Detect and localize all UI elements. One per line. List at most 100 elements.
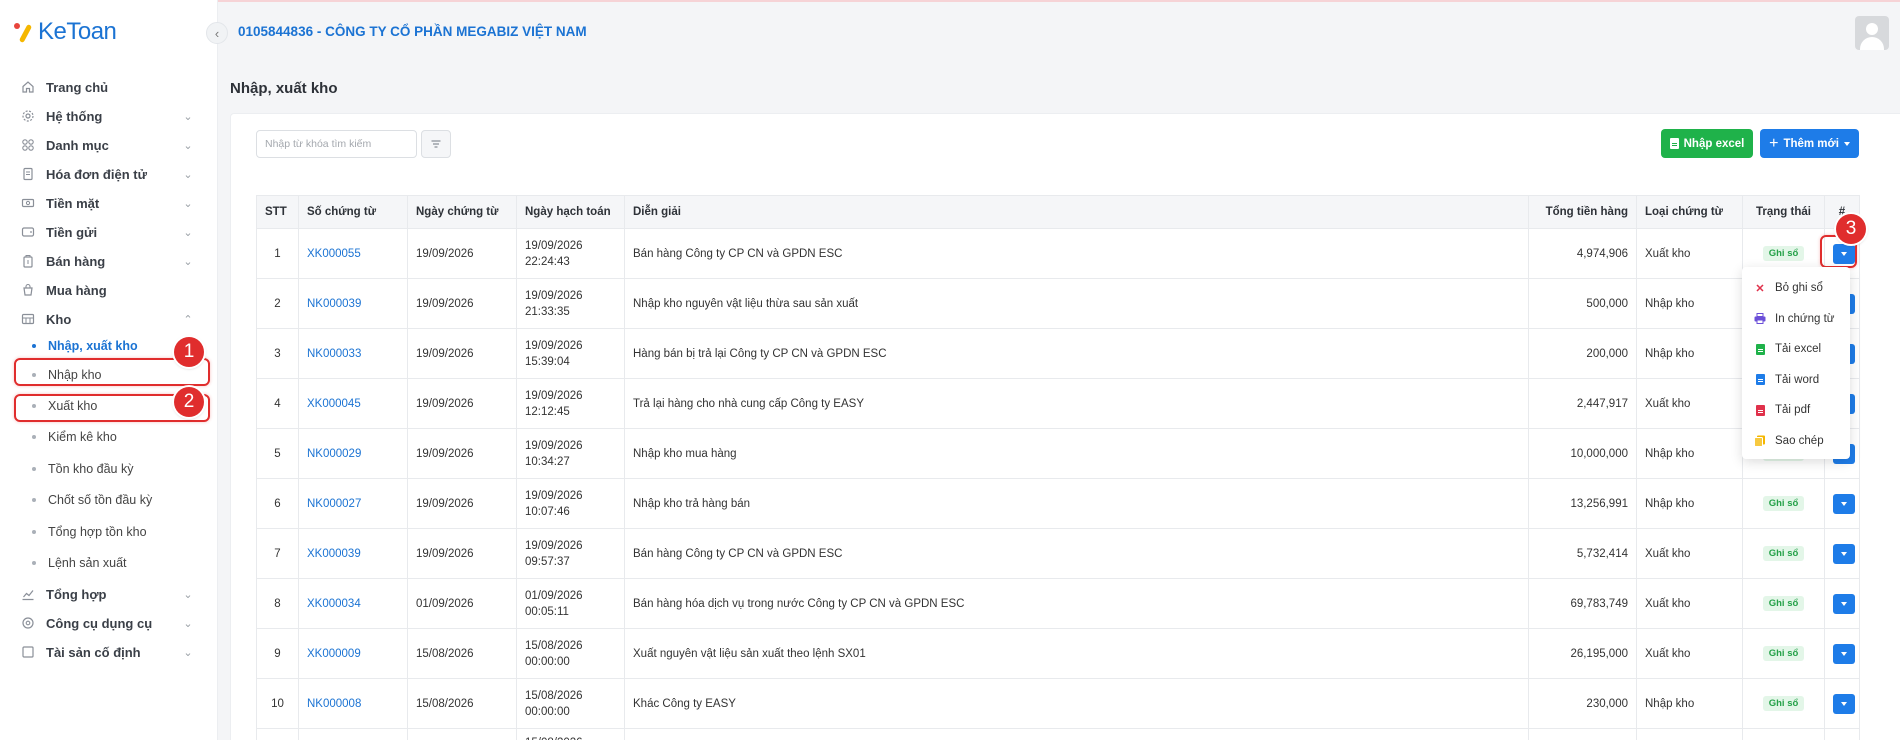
sidebar-item-cong-cu[interactable]: Công cụ dụng cụ ⌄ bbox=[14, 610, 194, 636]
menu-item-bo-ghi-so[interactable]: ✕ Bỏ ghi sổ bbox=[1742, 273, 1850, 304]
column-header-stt[interactable]: STT bbox=[256, 195, 299, 229]
menu-item-sao-chep[interactable]: Sao chép bbox=[1742, 426, 1850, 457]
voucher-number-link[interactable]: NK000027 bbox=[307, 498, 361, 510]
cell-trang-thai: Ghi sổ bbox=[1742, 478, 1825, 529]
column-header-trang-thai[interactable]: Trạng thái bbox=[1742, 195, 1825, 229]
menu-item-in-chung-tu[interactable]: In chứng từ bbox=[1742, 304, 1850, 335]
row-action-button[interactable] bbox=[1833, 643, 1855, 664]
row-action-button[interactable] bbox=[1833, 493, 1855, 514]
row-action-button[interactable] bbox=[1833, 593, 1855, 614]
cell-tong-tien: 200,000 bbox=[1528, 328, 1637, 379]
cell-dien-giai bbox=[624, 728, 1529, 740]
avatar[interactable] bbox=[1855, 16, 1889, 50]
table-row[interactable]: 15/08/2026 bbox=[256, 728, 1860, 740]
stt-text: 10 bbox=[271, 697, 284, 710]
cell-loai-chung-tu: Xuất kho bbox=[1636, 578, 1743, 629]
voucher-number-link[interactable]: NK000029 bbox=[307, 448, 361, 460]
table-row[interactable]: 8 XK000034 01/09/2026 01/09/2026 00:05:11 Bán… bbox=[256, 578, 1860, 629]
add-new-button[interactable]: + Thêm mới bbox=[1760, 129, 1859, 158]
sidebar-collapse-button[interactable]: ‹ bbox=[206, 22, 228, 44]
sidebar-item-tai-san[interactable]: Tài sản cố định ⌄ bbox=[14, 639, 194, 665]
voucher-number-link[interactable]: XK000055 bbox=[307, 248, 361, 260]
chevron-left-icon: ‹ bbox=[214, 25, 220, 41]
voucher-table: STT Số chứng từ Ngày chứng từ Ngày hạch … bbox=[256, 195, 1860, 740]
menu-item-label: Tải pdf bbox=[1775, 404, 1811, 417]
sidebar-subitem-lenh-san-xuat[interactable]: Lệnh sản xuất bbox=[14, 551, 209, 575]
sidebar-subitem-kiem-ke-kho[interactable]: Kiểm kê kho bbox=[14, 425, 209, 449]
voucher-type: Nhập kho bbox=[1645, 297, 1695, 310]
chevron-down-icon: ⌄ bbox=[183, 197, 193, 210]
cell-actions bbox=[1824, 728, 1860, 740]
row-action-button[interactable] bbox=[1833, 543, 1855, 564]
column-header-ngay-hach-toan[interactable]: Ngày hạch toán bbox=[516, 195, 625, 229]
posting-date: 15/08/2026 bbox=[525, 639, 583, 652]
cell-actions bbox=[1824, 628, 1860, 679]
sidebar-subitem-chot-so-ton[interactable]: Chốt số tồn đầu kỳ bbox=[14, 488, 209, 512]
voucher-type: Nhập kho bbox=[1645, 697, 1695, 710]
sidebar-subitem-ton-kho-dau-ky[interactable]: Tồn kho đầu kỳ bbox=[14, 457, 209, 481]
search-input[interactable] bbox=[256, 130, 417, 158]
status-badge: Ghi sổ bbox=[1762, 646, 1805, 661]
sidebar-item-hoa-don[interactable]: Hóa đơn điện tử ⌄ bbox=[14, 161, 194, 187]
logo[interactable]: KeToan bbox=[14, 18, 117, 46]
table-row[interactable]: 5 NK000029 19/09/2026 19/09/2026 10:34:27 Nhậ… bbox=[256, 428, 1860, 479]
table-row[interactable]: 2 NK000039 19/09/2026 19/09/2026 21:33:35 Nhậ… bbox=[256, 278, 1860, 329]
company-name[interactable]: 0105844836 - CÔNG TY CỔ PHẦN MEGABIZ VIỆ… bbox=[238, 24, 587, 39]
sidebar-item-trang-chu[interactable]: Trang chủ bbox=[14, 74, 194, 100]
column-header-loai-chung-tu[interactable]: Loại chứng từ bbox=[1636, 195, 1743, 229]
voucher-number-link[interactable]: XK000045 bbox=[307, 398, 361, 410]
menu-item-tai-excel[interactable]: Tải excel bbox=[1742, 334, 1850, 365]
filter-button[interactable] bbox=[421, 130, 451, 158]
cell-dien-giai: Khác Công ty EASY bbox=[624, 678, 1529, 729]
stt-text: 6 bbox=[274, 497, 281, 510]
cell-so-chung-tu: NK000039 bbox=[298, 278, 408, 329]
table-row[interactable]: 1 XK000055 19/09/2026 19/09/2026 22:24:43 Bán… bbox=[256, 228, 1860, 279]
cell-dien-giai: Xuất nguyên vật liệu sản xuất theo lệnh … bbox=[624, 628, 1529, 679]
table-row[interactable]: 9 XK000009 15/08/2026 15/08/2026 00:00:00 Xuấ… bbox=[256, 628, 1860, 679]
column-header-dien-giai[interactable]: Diễn giải bbox=[624, 195, 1529, 229]
sidebar-item-he-thong[interactable]: Hệ thống ⌄ bbox=[14, 103, 194, 129]
row-action-button[interactable] bbox=[1833, 693, 1855, 714]
stt-text: 7 bbox=[274, 547, 281, 560]
posting-time: 00:05:11 bbox=[525, 605, 569, 618]
table-row[interactable]: 6 NK000027 19/09/2026 19/09/2026 10:07:46 Nhậ… bbox=[256, 478, 1860, 529]
table-row[interactable]: 3 NK000033 19/09/2026 19/09/2026 15:39:04 Hàn… bbox=[256, 328, 1860, 379]
table-row[interactable]: 4 XK000045 19/09/2026 19/09/2026 12:12:45 Trả… bbox=[256, 378, 1860, 429]
column-header-tong-tien[interactable]: Tổng tiền hàng bbox=[1528, 195, 1637, 229]
stt-text: 8 bbox=[274, 597, 281, 610]
voucher-number-link[interactable]: NK000039 bbox=[307, 298, 361, 310]
voucher-number-link[interactable]: NK000008 bbox=[307, 698, 361, 710]
sidebar-item-kho[interactable]: Kho ⌃ bbox=[14, 306, 194, 332]
voucher-number-link[interactable]: NK000033 bbox=[307, 348, 361, 360]
cell-dien-giai: Bán hàng Công ty CP CN và GPDN ESC bbox=[624, 528, 1529, 579]
import-excel-button[interactable]: Nhập excel bbox=[1661, 129, 1753, 158]
voucher-number-link[interactable]: XK000034 bbox=[307, 598, 361, 610]
cell-ngay-hach-toan: 19/09/2026 21:33:35 bbox=[516, 278, 625, 329]
description-text: Bán hàng Công ty CP CN và GPDN ESC bbox=[633, 547, 843, 560]
menu-item-tai-word[interactable]: Tải word bbox=[1742, 365, 1850, 396]
posting-date: 15/08/2026 bbox=[525, 689, 583, 702]
chevron-down-icon: ⌄ bbox=[183, 646, 193, 659]
sidebar-item-ban-hang[interactable]: Bán hàng ⌄ bbox=[14, 248, 194, 274]
table-row[interactable]: 10 NK000008 15/08/2026 15/08/2026 00:00:00 Kh… bbox=[256, 678, 1860, 729]
table-row[interactable]: 7 XK000039 19/09/2026 19/09/2026 09:57:37 Bán… bbox=[256, 528, 1860, 579]
voucher-number-link[interactable]: XK000039 bbox=[307, 548, 361, 560]
cell-tong-tien: 13,256,991 bbox=[1528, 478, 1637, 529]
cell-ngay-hach-toan: 19/09/2026 10:34:27 bbox=[516, 428, 625, 479]
menu-item-tai-pdf[interactable]: Tải pdf bbox=[1742, 395, 1850, 426]
posting-time: 21:33:35 bbox=[525, 305, 570, 318]
posting-time: 10:07:46 bbox=[525, 505, 570, 518]
sidebar-item-mua-hang[interactable]: Mua hàng bbox=[14, 277, 194, 303]
caret-down-icon bbox=[1841, 601, 1847, 606]
cell-so-chung-tu: NK000029 bbox=[298, 428, 408, 479]
table-header-row: STT Số chứng từ Ngày chứng từ Ngày hạch … bbox=[256, 195, 1860, 229]
sidebar-item-tien-gui[interactable]: Tiền gửi ⌄ bbox=[14, 219, 194, 245]
voucher-number-link[interactable]: XK000009 bbox=[307, 648, 361, 660]
column-header-so-chung-tu[interactable]: Số chứng từ bbox=[298, 195, 408, 229]
sidebar-item-danh-muc[interactable]: Danh mục ⌄ bbox=[14, 132, 194, 158]
sidebar-item-tong-hop[interactable]: Tổng hợp ⌄ bbox=[14, 581, 194, 607]
posting-time: 12:12:45 bbox=[525, 405, 570, 418]
sidebar-subitem-tong-hop-ton-kho[interactable]: Tổng hợp tồn kho bbox=[14, 520, 209, 544]
column-header-ngay-chung-tu[interactable]: Ngày chứng từ bbox=[407, 195, 517, 229]
sidebar-item-tien-mat[interactable]: Tiền mặt ⌄ bbox=[14, 190, 194, 216]
